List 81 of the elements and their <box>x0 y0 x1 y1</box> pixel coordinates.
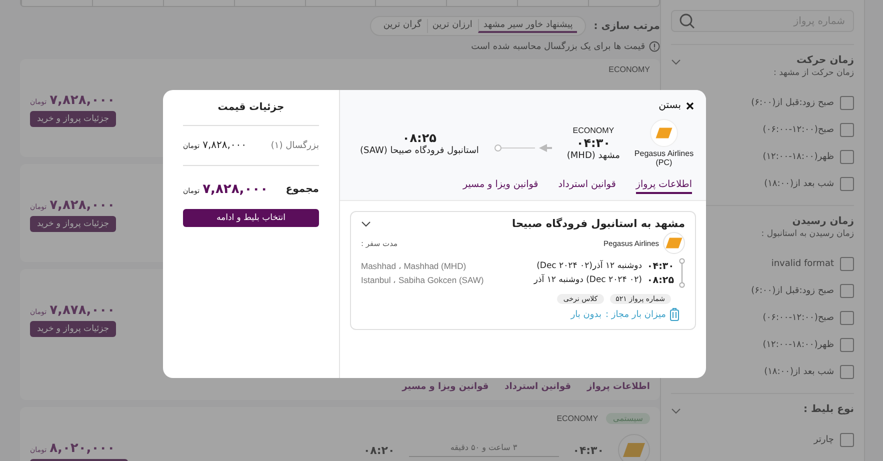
checkbox[interactable] <box>840 433 854 447</box>
stop-date: دوشنبه ۱۲ آذر(۰۲ Dec ۲۰۲۴) <box>536 261 642 271</box>
checkbox[interactable] <box>840 284 854 298</box>
sort-option[interactable]: گران ترین <box>379 19 426 33</box>
filter-option-label: صبح زود:قبل از(۶:۰۰) <box>751 286 834 296</box>
checkbox[interactable] <box>840 311 854 325</box>
checkbox[interactable] <box>840 338 854 352</box>
chevron-icon[interactable] <box>361 221 371 227</box>
sort-option[interactable]: پیشنهاد خاور سیر مشهد <box>478 19 577 33</box>
price: ۸,۰۲۰,۰۰۰ <box>50 441 116 456</box>
sort-option[interactable]: ارزان ترین <box>427 19 476 33</box>
price: ۷,۸۷۸,۰۰۰ <box>50 303 116 318</box>
filter-option-label: ظهر(۱۸:۰۰-۱۲:۰۰) <box>762 340 834 350</box>
departure-time: ۰۴:۳۰ <box>572 444 604 456</box>
filter-option-label: صبح(۱۲:۰۰-۰۶:۰۰) <box>762 313 834 323</box>
stop-time: ۰۴:۳۰ <box>647 260 674 272</box>
cabin-class: ECONOMY <box>572 126 614 134</box>
departure-airport: مشهد (MHD) <box>566 150 620 160</box>
filter-option-label: صبح زود:قبل از(۶:۰۰) <box>751 98 834 108</box>
filter-group-subtitle: زمان حرکت از مشهد : <box>774 68 854 78</box>
airline-name: Pegasus Airlines (PC) <box>634 149 694 167</box>
flight-details-buy-button[interactable]: جزئیات پرواز و خرید <box>30 216 116 232</box>
price-note: قیمت ها برای یک بزرگسال محاسبه شده است <box>471 42 645 52</box>
price: ۷,۸۲۸,۰۰۰ <box>50 93 116 108</box>
price-row-label: بزرگسال (۱) <box>270 140 319 150</box>
cabin-class: ECONOMY <box>556 414 598 423</box>
stop-airport: Mashhad ، Mashhad (MHD) <box>361 261 466 271</box>
dialog-tab[interactable]: قوانین ویزا و مسیر <box>462 179 538 194</box>
airline-logo-icon <box>663 232 685 254</box>
filter-option-label: invalid format <box>771 259 834 269</box>
filter-group-title: نوع بلیط : <box>804 404 854 415</box>
card-tab[interactable]: قوانین ویزا و مسیر <box>402 382 489 392</box>
checkbox[interactable] <box>840 150 854 164</box>
cabin-class: ECONOMY <box>608 65 650 74</box>
filter-option-label: چارتر <box>814 435 834 445</box>
filter-group-title: زمان رسیدن <box>791 216 854 227</box>
dialog-tab[interactable]: اطلاعات پرواز <box>636 179 692 194</box>
route-line-drawing <box>492 142 553 154</box>
source-badge: سیستمی <box>606 413 650 424</box>
departure-time: ۰۴:۳۰ <box>576 136 611 150</box>
baggage-value: بدون بار <box>570 310 602 320</box>
price-row-label: مجموع <box>286 184 319 195</box>
stop-time: ۰۸:۲۵ <box>647 274 674 286</box>
info-icon <box>649 41 660 52</box>
price-details-title: جزئیات قیمت <box>183 102 319 126</box>
checkbox[interactable] <box>840 96 854 110</box>
search-icon <box>679 13 695 29</box>
arrival-airport: استانبول فرودگاه صبیحا (SAW) <box>360 146 479 156</box>
segment-title: مشهد به استانبول فرودگاه صبیحا <box>512 218 685 230</box>
card-tab[interactable]: اطلاعات پرواز <box>587 382 650 392</box>
filter-option-label: ظهر(۱۸:۰۰-۱۲:۰۰) <box>762 152 834 162</box>
close-button[interactable]: بستن <box>658 100 694 111</box>
card-tab[interactable]: قوانین استرداد <box>504 382 572 392</box>
price-amount: ۷,۸۲۸,۰۰۰ <box>202 182 268 197</box>
close-icon <box>686 102 694 110</box>
filter-option-label: شب بعد از(۱۸:۰۰) <box>764 367 834 377</box>
filter-group-title: زمان حرکت <box>795 55 854 66</box>
baggage-label: میزان بار مجاز : <box>605 310 666 320</box>
filter-option-label: صبح(۱۲:۰۰-۰۶:۰۰) <box>762 125 834 135</box>
airline-logo-icon <box>650 119 678 147</box>
arrival-time: ۰۸:۲۵ <box>402 130 436 144</box>
price: ۷,۸۲۸,۰۰۰ <box>50 198 116 213</box>
checkbox[interactable] <box>840 365 854 379</box>
dialog-tab[interactable]: قوانین استرداد <box>558 179 616 194</box>
flight-details-buy-button[interactable]: جزئیات پرواز و خرید <box>30 111 116 127</box>
checkbox[interactable] <box>840 257 854 271</box>
sort-label: مرتب سازی : <box>594 20 660 32</box>
filter-group-subtitle: زمان رسیدن به استانبول : <box>761 229 854 239</box>
timeline-drawing <box>679 258 685 288</box>
arrival-time: ۰۸:۲۰ <box>363 444 395 456</box>
checkbox[interactable] <box>840 177 854 191</box>
price-amount: ۷,۸۲۸,۰۰۰ <box>202 140 247 151</box>
flight-details-buy-button[interactable]: جزئیات پرواز و خرید <box>30 321 116 337</box>
checkbox[interactable] <box>840 123 854 137</box>
luggage-icon <box>670 308 679 321</box>
select-ticket-button[interactable]: انتخاب بلیط و ادامه <box>183 209 319 227</box>
flight-duration: ۳ ساعت و ۵۰ دقیقه <box>450 443 518 452</box>
stop-airport: Istanbul ، Sabiha Gokcen (SAW) <box>361 275 484 285</box>
stop-date: (۰۲ Dec ۲۰۲۴) دوشنبه ۱۲ آذر <box>534 275 642 285</box>
airline-logo-icon <box>618 434 650 461</box>
filter-option-label: شب بعد از(۱۸:۰۰) <box>764 179 834 189</box>
